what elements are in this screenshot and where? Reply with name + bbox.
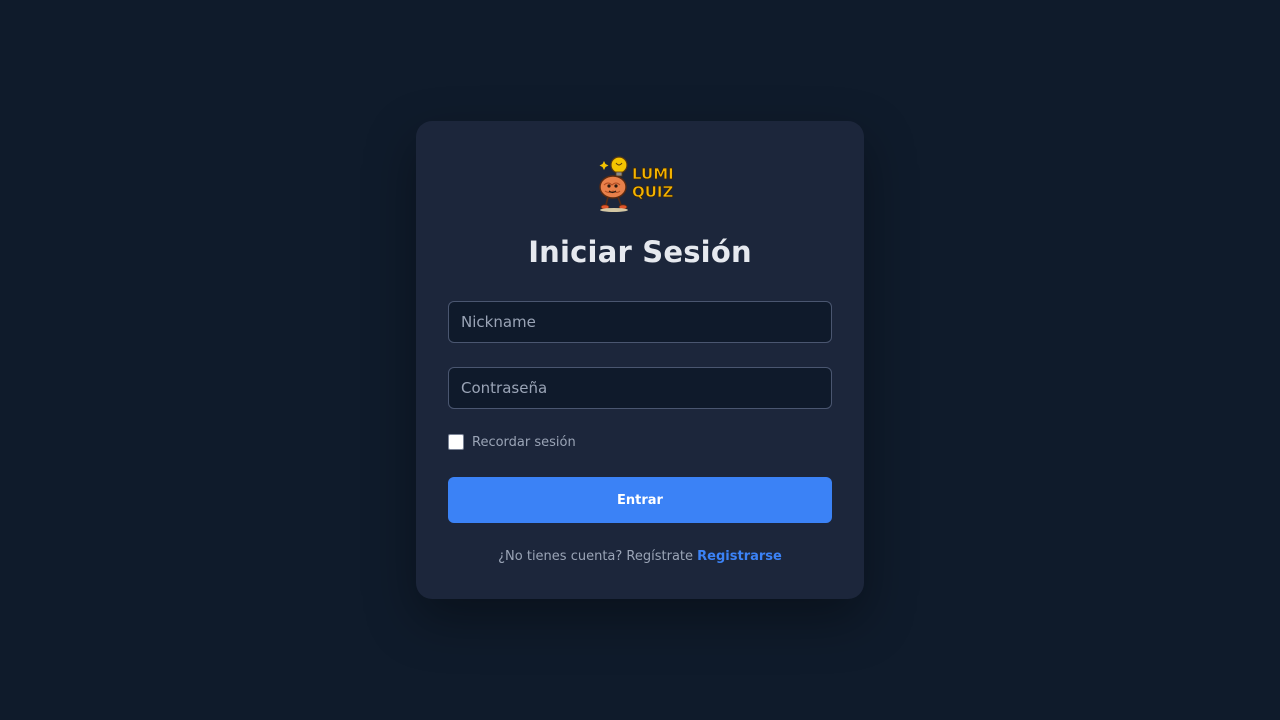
password-input[interactable] <box>448 367 832 409</box>
login-card: LUMI QUIZ Iniciar Sesión Recordar sesión… <box>416 121 864 599</box>
register-link[interactable]: Registrarse <box>697 549 782 564</box>
remember-checkbox[interactable] <box>448 434 464 450</box>
remember-label: Recordar sesión <box>472 434 576 450</box>
register-prompt-text: ¿No tienes cuenta? Regístrate <box>498 549 694 564</box>
remember-session[interactable]: Recordar sesión <box>448 434 576 450</box>
svg-text:QUIZ: QUIZ <box>632 183 674 201</box>
lumiquiz-logo: LUMI QUIZ <box>598 155 682 213</box>
brain-lightbulb-mascot-icon: LUMI QUIZ <box>599 156 674 212</box>
login-button[interactable]: Entrar <box>448 477 832 523</box>
register-prompt: ¿No tienes cuenta? Regístrate Registrars… <box>416 549 864 564</box>
svg-text:LUMI: LUMI <box>632 165 674 183</box>
nickname-input[interactable] <box>448 301 832 343</box>
page-title: Iniciar Sesión <box>528 235 752 269</box>
